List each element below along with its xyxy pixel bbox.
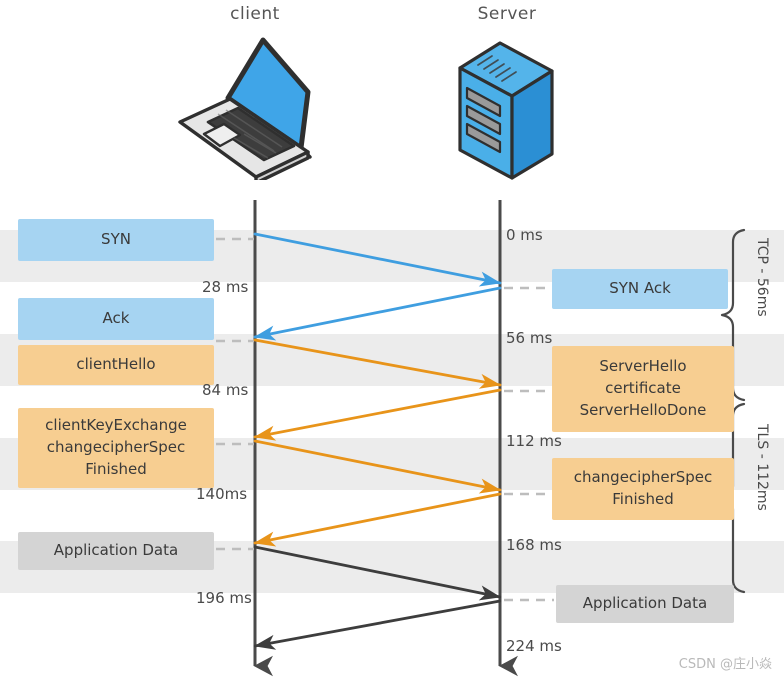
server-syn-ack-box: SYN Ack [552, 269, 728, 309]
watermark: CSDN @庄小焱 [678, 657, 772, 672]
arrow-syn-ack [253, 286, 502, 341]
client-client-key-exchange-box: clientKeyExchange changecipherSpec Finis… [18, 408, 214, 488]
server-icon [458, 41, 554, 180]
time-label-t-140ms: 140ms [196, 485, 248, 503]
sequence-diagram: client Server SYN Ack clientHello clientKey… [0, 0, 784, 680]
tcp-phase-label: TCP - 56ms [754, 238, 770, 317]
server-endpoint-label: Server [477, 4, 537, 24]
tls-phase-label: TLS - 112ms [754, 424, 770, 511]
server-application-data-box: Application Data [556, 585, 734, 623]
arrow-app-data-response [253, 599, 502, 650]
arrow-change-cipher-spec [253, 492, 502, 547]
client-syn-box: SYN [18, 219, 214, 261]
client-client-hello-box: clientHello [18, 345, 214, 385]
time-label-t-84ms: 84 ms [202, 381, 249, 399]
server-server-hello-box: ServerHello certificate ServerHelloDone [552, 346, 734, 432]
server-change-cipher-spec-box: changecipherSpec Finished [552, 458, 734, 520]
time-label-t-196ms: 196 ms [196, 589, 252, 607]
laptop-icon [178, 37, 312, 180]
time-label-t-56ms: 56 ms [506, 329, 553, 347]
arrow-server-hello [253, 388, 502, 441]
client-endpoint-label: client [230, 4, 280, 24]
time-label-t-224ms: 224 ms [506, 637, 562, 655]
time-label-t-28ms: 28 ms [202, 278, 249, 296]
client-ack-box: Ack [18, 298, 214, 340]
client-application-data-box: Application Data [18, 532, 214, 570]
time-label-t-0ms: 0 ms [506, 226, 543, 244]
time-label-t-112ms: 112 ms [506, 432, 562, 450]
time-label-t-168ms: 168 ms [506, 536, 562, 554]
diagram-canvas [0, 200, 784, 677]
